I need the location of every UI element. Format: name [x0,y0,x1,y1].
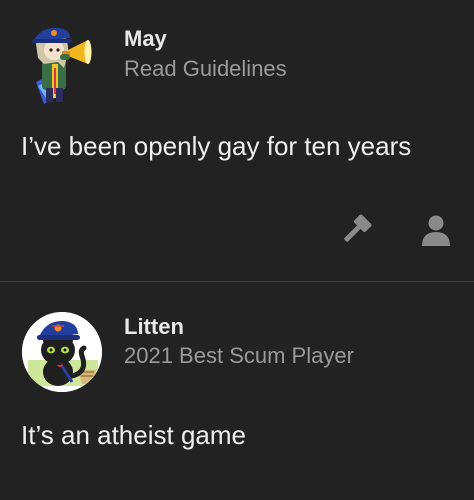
avatar[interactable] [22,312,102,392]
post-divider [0,281,474,282]
flag-button[interactable] [338,212,374,248]
black-cat-captain-hat-icon [22,312,102,392]
post-body: It’s an atheist game [21,420,246,450]
user-icon [422,215,450,246]
user-title: Read Guidelines [124,56,287,81]
post-litten: Litten 2021 Best Scum Player It’s an ath… [0,283,474,500]
avatar[interactable] [22,24,102,104]
gavel-icon [344,214,372,242]
username[interactable]: May [124,26,167,52]
user-title: 2021 Best Scum Player [124,343,354,368]
username[interactable]: Litten [124,314,184,340]
cartoon-character-megaphone-icon [32,27,92,104]
post-body: I’ve been openly gay for ten years [21,131,412,161]
post-may: May Read Guidelines I’ve been openly gay… [0,0,474,282]
user-card-button[interactable] [418,212,454,248]
